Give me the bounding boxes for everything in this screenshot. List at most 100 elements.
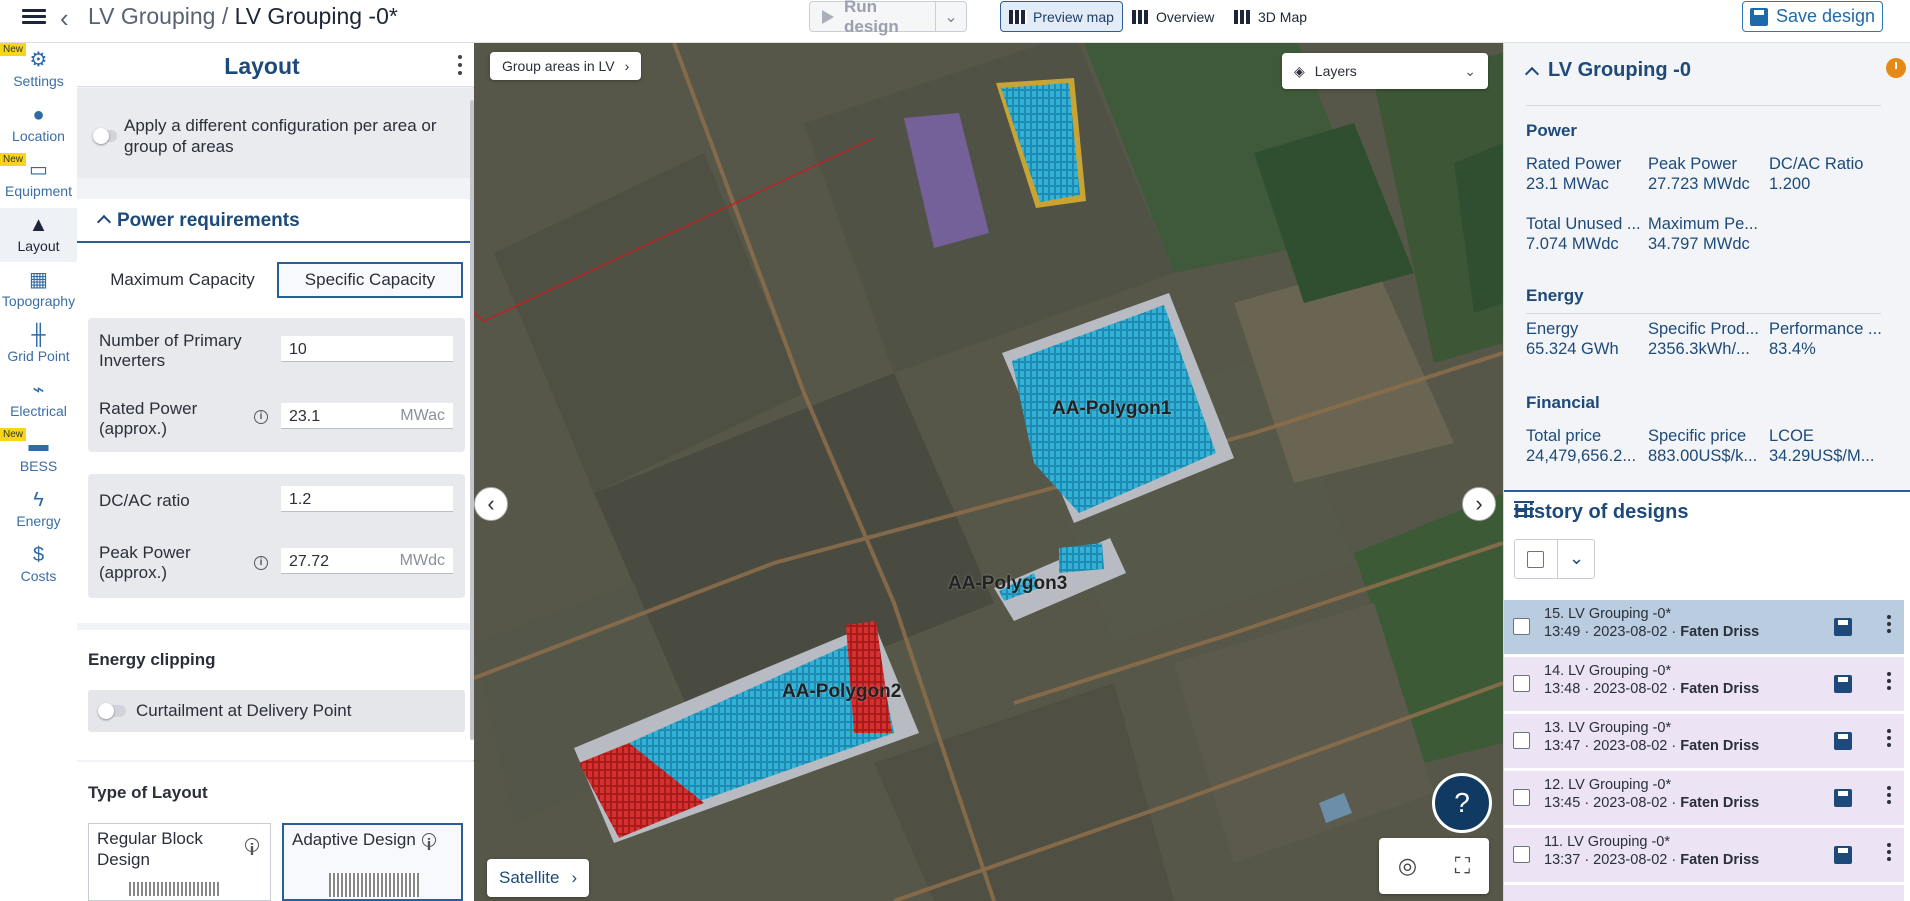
row-checkbox[interactable]: [1513, 789, 1530, 806]
nav-costs[interactable]: $ Costs: [0, 538, 77, 592]
save-icon[interactable]: [1834, 675, 1852, 693]
curtailment-label: Curtailment at Delivery Point: [136, 701, 352, 720]
clock-icon[interactable]: [1886, 58, 1906, 78]
breadcrumb-parent[interactable]: LV Grouping: [88, 3, 215, 29]
layers-dropdown[interactable]: ◈ Layers ⌄: [1282, 53, 1488, 89]
menu-icon[interactable]: [22, 6, 46, 30]
more-options-icon[interactable]: [1887, 615, 1891, 636]
history-row-partial[interactable]: [1504, 885, 1904, 901]
select-all-checkbox[interactable]: [1527, 551, 1544, 568]
history-row[interactable]: 15. LV Grouping -0* 13:49 · 2023-08-02 ·…: [1504, 600, 1904, 654]
more-options-icon[interactable]: [1887, 672, 1891, 693]
maximum-capacity-option[interactable]: Maximum Capacity: [88, 262, 277, 298]
specific-capacity-option[interactable]: Specific Capacity: [277, 262, 463, 298]
history-row[interactable]: 12. LV Grouping -0* 13:45 · 2023-08-02 ·…: [1504, 771, 1904, 825]
row-checkbox[interactable]: [1513, 618, 1530, 635]
rated-power-unit: MWac: [400, 407, 445, 424]
primary-inverters-input[interactable]: 10: [281, 336, 453, 362]
chevron-down-icon[interactable]: ⌄: [1557, 540, 1595, 578]
polygon3-label: AA-Polygon3: [948, 573, 1068, 594]
kpi-energy: Energy 65.324 GWh: [1526, 319, 1644, 359]
more-options-icon[interactable]: [1887, 729, 1891, 750]
run-design-button[interactable]: Run design: [810, 0, 936, 36]
nav-bess[interactable]: New ▬ BESS: [0, 428, 77, 482]
power-requirements-title: Power requirements: [117, 210, 300, 231]
row-checkbox[interactable]: [1513, 846, 1530, 863]
map-controls: ◎ ⛶: [1379, 838, 1489, 894]
fullscreen-icon[interactable]: ⛶: [1455, 853, 1470, 879]
more-options-icon[interactable]: [1887, 843, 1891, 864]
info-icon[interactable]: i: [422, 833, 436, 854]
design-time: 13:45 · 2023-08-02 ·: [1544, 795, 1681, 811]
peak-power-unit: MWdc: [399, 552, 445, 569]
help-button[interactable]: ?: [1432, 773, 1492, 833]
rated-power-input[interactable]: 23.1 MWac: [281, 403, 453, 429]
divider: [1526, 105, 1881, 106]
map-canvas[interactable]: AA-Polygon1 AA-Polygon2 AA-Polygon3 Grou…: [474, 43, 1503, 901]
save-icon[interactable]: [1834, 846, 1852, 864]
locate-icon[interactable]: ◎: [1398, 853, 1417, 879]
design-meta: 13:45 · 2023-08-02 · Faten Driss: [1544, 795, 1759, 811]
nav-location-label: Location: [12, 128, 65, 144]
layers-label: Layers: [1314, 63, 1357, 79]
bulk-select[interactable]: ⌄: [1514, 539, 1595, 579]
nav-equipment-label: Equipment: [5, 183, 72, 199]
more-options-icon[interactable]: [458, 55, 462, 79]
kpi-maximum-peak: Maximum Pe... 34.797 MWdc: [1648, 214, 1766, 254]
basemap-satellite-button[interactable]: Satellite ›: [487, 859, 590, 897]
history-row[interactable]: 13. LV Grouping -0* 13:47 · 2023-08-02 ·…: [1504, 714, 1904, 768]
row-checkbox[interactable]: [1513, 675, 1530, 692]
kpi-value: 27.723 MWdc: [1648, 175, 1750, 193]
more-options-icon[interactable]: [1887, 786, 1891, 807]
nav-equipment[interactable]: New ▭ Equipment: [0, 153, 77, 207]
chevron-up-icon[interactable]: [1524, 66, 1540, 82]
info-icon[interactable]: i: [254, 556, 268, 570]
nav-costs-label: Costs: [20, 568, 57, 584]
collapse-left-button[interactable]: ‹: [474, 487, 508, 521]
nav-grid-point[interactable]: ╫ Grid Point: [0, 318, 77, 372]
polygon3-panels: [1059, 543, 1104, 573]
left-nav-rail: New ⚙ Settings ● Location New ▭ Equipmen…: [0, 43, 77, 901]
tab-preview-map[interactable]: Preview map: [1000, 1, 1123, 32]
nav-location[interactable]: ● Location: [0, 98, 77, 152]
nav-topography[interactable]: ▦ Topography: [0, 263, 77, 317]
info-icon[interactable]: i: [245, 838, 259, 859]
save-icon[interactable]: [1834, 618, 1852, 636]
history-row[interactable]: 14. LV Grouping -0* 13:48 · 2023-08-02 ·…: [1504, 657, 1904, 711]
dcac-input[interactable]: 1.2: [281, 486, 453, 512]
save-icon[interactable]: [1834, 732, 1852, 750]
nav-electrical[interactable]: ⌁ Electrical: [0, 373, 77, 427]
collapse-right-button[interactable]: ›: [1462, 487, 1496, 521]
nav-energy[interactable]: ϟ Energy: [0, 483, 77, 537]
filter-icon[interactable]: [1514, 501, 1534, 522]
info-icon[interactable]: i: [254, 410, 268, 424]
group-areas-button[interactable]: Group areas in LV ›: [490, 52, 642, 80]
rated-power-label: Rated Power (approx.): [99, 399, 198, 438]
run-design-label: Run design: [844, 0, 899, 36]
config-per-area-label: Apply a different configuration per area…: [124, 116, 437, 156]
nav-bess-label: BESS: [19, 458, 58, 474]
tab-3d-map[interactable]: 3D Map: [1226, 1, 1315, 32]
new-badge: New: [0, 153, 27, 166]
nav-layout[interactable]: ▲ Layout: [0, 208, 77, 262]
play-icon: [822, 9, 834, 24]
config-per-area-toggle[interactable]: [93, 128, 117, 144]
design-time: 13:37 · 2023-08-02 ·: [1544, 852, 1681, 868]
nav-settings[interactable]: New ⚙ Settings: [0, 43, 77, 97]
back-chevron-icon[interactable]: ‹: [60, 3, 69, 34]
history-row[interactable]: 11. LV Grouping -0* 13:37 · 2023-08-02 ·…: [1504, 828, 1904, 882]
design-author: Faten Driss: [1680, 624, 1760, 640]
run-options-dropdown[interactable]: ⌄: [936, 2, 966, 31]
kpi-total-unused: Total Unused ... 7.074 MWdc: [1526, 214, 1644, 254]
energy-clipping-title: Energy clipping: [88, 650, 216, 669]
regular-block-design-option[interactable]: Regular Block Design i: [88, 823, 271, 901]
curtailment-toggle[interactable]: [98, 703, 126, 719]
tab-overview[interactable]: Overview: [1124, 1, 1222, 32]
kpi-label: DC/AC Ratio: [1769, 155, 1864, 173]
adaptive-design-option[interactable]: Adaptive Design i: [282, 823, 463, 901]
row-checkbox[interactable]: [1513, 732, 1530, 749]
rated-power-value: 23.1: [289, 408, 321, 425]
save-design-button[interactable]: Save design: [1742, 1, 1883, 32]
peak-power-input[interactable]: 27.72 MWdc: [281, 548, 453, 574]
save-icon[interactable]: [1834, 789, 1852, 807]
